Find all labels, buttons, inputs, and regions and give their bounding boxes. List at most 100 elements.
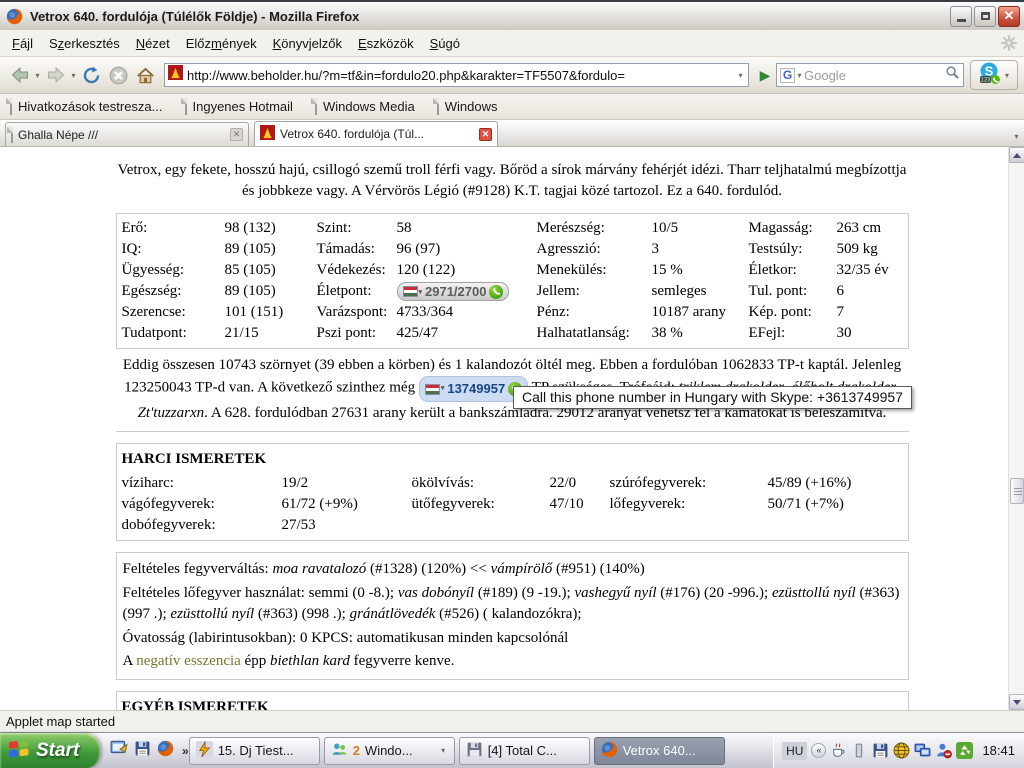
condition-line: A negatív esszencia épp biethlan kard fe…: [123, 651, 902, 673]
google-icon[interactable]: G: [780, 68, 795, 83]
taskbar-task-active[interactable]: Vetrox 640...: [594, 737, 725, 765]
forward-button[interactable]: [42, 61, 69, 89]
stat-label: Agresszió:: [537, 241, 652, 258]
tray-collapse-icon[interactable]: «: [811, 743, 826, 758]
taskbar-task[interactable]: 15. Dj Tiest...: [189, 737, 320, 765]
table-row: víziharc:19/2ökölvívás:22/0szúrófegyvere…: [119, 473, 906, 494]
search-input[interactable]: [804, 68, 945, 83]
firefox-icon[interactable]: [157, 740, 174, 762]
show-desktop-icon[interactable]: [110, 739, 128, 762]
text-segment: (#176) (20 -996.);: [657, 585, 772, 601]
text-segment: moa ravatalozó: [272, 561, 366, 577]
java-icon[interactable]: [830, 742, 847, 759]
task-label: 15. Dj Tiest...: [218, 743, 313, 758]
globe-icon[interactable]: [893, 742, 910, 759]
skype-dropdown-icon[interactable]: ▾: [1003, 71, 1012, 80]
address-bar[interactable]: ▾: [164, 63, 749, 87]
skype-toolbar-button[interactable]: S123 ▾: [970, 60, 1018, 90]
tab-close-icon[interactable]: ✕: [230, 128, 243, 141]
stat-value: semleges: [652, 283, 749, 300]
tab[interactable]: Ghalla Népe ///✕: [5, 122, 249, 146]
title-bar: Vetrox 640. fordulója (Túlélők Földje) -…: [0, 0, 1024, 30]
stat-label: Erő:: [122, 220, 225, 237]
essence-link[interactable]: negatív esszencia: [136, 653, 241, 669]
menu-item-fjl[interactable]: Fájl: [4, 32, 41, 55]
taskbar-task[interactable]: 2Windo...▾: [324, 737, 455, 765]
taskbar-window-icon[interactable]: [851, 742, 868, 759]
person-status-icon[interactable]: [935, 742, 952, 759]
task-group-dropdown-icon[interactable]: ▾: [439, 746, 448, 755]
minimize-button[interactable]: [950, 6, 972, 27]
bookmark-item[interactable]: Ingyenes Hotmail: [185, 99, 293, 114]
stat-value: 21/15: [225, 325, 317, 342]
skype-number-widget[interactable]: ▾2971/2700: [397, 282, 510, 301]
page-icon: [185, 99, 187, 114]
menu-item-eszkzk[interactable]: Eszközök: [350, 32, 422, 55]
text-segment: vas dobónyíl: [398, 585, 474, 601]
restore-button[interactable]: [974, 6, 996, 27]
status-text: Applet map started: [6, 714, 115, 729]
hungary-flag-icon[interactable]: ▾: [425, 378, 445, 400]
home-button[interactable]: [132, 61, 159, 89]
stat-label: Menekülés:: [537, 262, 652, 279]
vertical-scrollbar[interactable]: [1008, 147, 1024, 710]
recycle-icon[interactable]: [956, 742, 973, 759]
scrollbar-thumb[interactable]: [1010, 478, 1024, 504]
search-box[interactable]: G ▾: [776, 63, 964, 87]
forward-dropdown-icon[interactable]: ▾: [69, 71, 78, 80]
start-button[interactable]: Start: [0, 733, 100, 768]
page-icon: [315, 99, 317, 114]
back-dropdown-icon[interactable]: ▾: [33, 71, 42, 80]
save-icon[interactable]: [872, 742, 889, 759]
combat-skill-label: szúrófegyverek:: [610, 475, 768, 492]
search-engine-dropdown-icon[interactable]: ▾: [795, 71, 804, 80]
window-title: Vetrox 640. fordulója (Túlélők Földje) -…: [30, 9, 948, 24]
close-button[interactable]: ✕: [998, 6, 1020, 27]
menu-item-sg[interactable]: Súgó: [422, 32, 468, 55]
page-content: Vetrox, egy fekete, hosszú hajú, csillog…: [0, 147, 1024, 710]
search-icon[interactable]: [945, 65, 960, 85]
bookmark-item[interactable]: Windows: [437, 99, 498, 114]
text-segment: épp: [241, 653, 270, 669]
stat-value: 6: [837, 283, 906, 300]
url-dropdown-icon[interactable]: ▾: [736, 71, 745, 80]
url-input[interactable]: [187, 68, 736, 83]
scroll-down-icon[interactable]: [1009, 694, 1024, 710]
combat-skill-label: víziharc:: [122, 475, 282, 492]
stop-button[interactable]: [105, 61, 132, 89]
taskbar-task[interactable]: [4] Total C...: [459, 737, 590, 765]
system-tray: HU « 18:41: [773, 733, 1024, 768]
menu-item-nzet[interactable]: Nézet: [128, 32, 178, 55]
menu-item-szerkeszts[interactable]: Szerkesztés: [41, 32, 128, 55]
svg-text:123: 123: [980, 77, 991, 83]
firefox-icon: [601, 741, 618, 761]
combat-skill-label: ütőfegyverek:: [412, 496, 550, 513]
tab-close-icon[interactable]: ✕: [479, 128, 492, 141]
stat-value: 38 %: [652, 325, 749, 342]
skype-number-widget[interactable]: ▾13749957: [419, 376, 528, 402]
quick-launch-overflow-icon[interactable]: »: [182, 744, 189, 758]
network-icon[interactable]: [914, 742, 931, 759]
stat-label: Szerencse:: [122, 304, 225, 321]
stat-value: ▾2971/2700: [397, 282, 537, 301]
reload-button[interactable]: [78, 61, 105, 89]
scroll-up-icon[interactable]: [1009, 147, 1024, 163]
stat-value: 96 (97): [397, 241, 537, 258]
stat-label: EFejl:: [749, 325, 837, 342]
go-button[interactable]: ▶: [754, 62, 776, 88]
menu-item-elzmnyek[interactable]: Előzmények: [178, 32, 265, 55]
skype-call-icon[interactable]: [489, 285, 503, 299]
hungary-flag-icon[interactable]: ▾: [403, 286, 423, 297]
language-indicator[interactable]: HU: [782, 742, 807, 760]
character-intro: Vetrox, egy fekete, hosszú hajú, csillog…: [116, 160, 909, 202]
bookmark-item[interactable]: Hivatkozások testresza...: [10, 99, 163, 114]
tab-active[interactable]: Vetrox 640. fordulója (Túl... ✕: [254, 121, 498, 146]
task-label: Vetrox 640...: [623, 743, 718, 758]
save-icon[interactable]: [134, 740, 151, 762]
tab-label: Vetrox 640. fordulója (Túl...: [280, 127, 474, 141]
combat-skill-label: vágófegyverek:: [122, 496, 282, 513]
back-button[interactable]: [6, 61, 33, 89]
bookmark-item[interactable]: Windows Media: [315, 99, 415, 114]
menu-item-knyvjelzk[interactable]: Könyvjelzők: [265, 32, 350, 55]
tab-list-dropdown-icon[interactable]: ▾: [1012, 132, 1021, 141]
